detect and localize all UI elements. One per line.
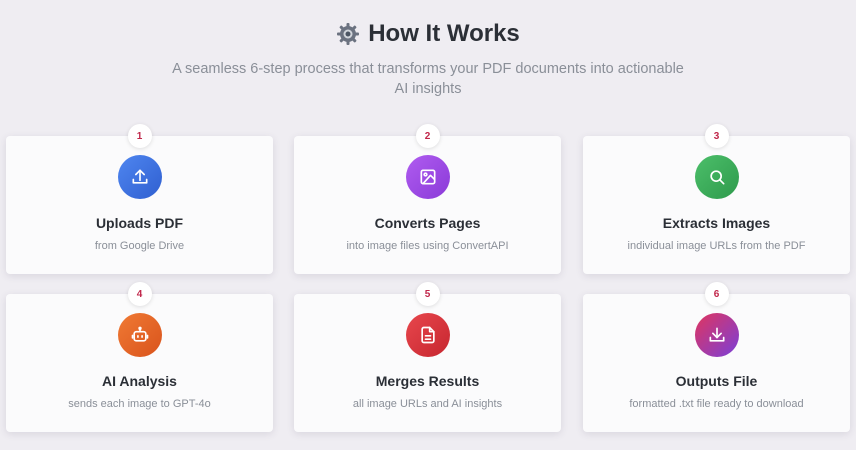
step-description: sends each image to GPT-4o bbox=[68, 398, 211, 410]
step-description: individual image URLs from the PDF bbox=[627, 240, 806, 252]
step-description: from Google Drive bbox=[94, 240, 185, 252]
step-card-extracts-images: 3 Extracts Images individual image URLs … bbox=[583, 124, 850, 274]
step-card-merges-results: 5 Merges Results all image URLs and AI i… bbox=[294, 282, 561, 432]
robot-icon bbox=[117, 313, 162, 357]
step-title: Uploads PDF bbox=[95, 215, 184, 231]
step-title: Merges Results bbox=[375, 373, 480, 389]
step-card-ai-analysis: 4 AI Analysis sends each image to GPT-4o bbox=[6, 282, 273, 432]
step-title: Outputs File bbox=[675, 373, 758, 389]
download-icon bbox=[694, 313, 739, 357]
upload-icon bbox=[117, 155, 162, 199]
how-it-works-section: How It Works A seamless 6-step process t… bbox=[0, 0, 856, 450]
step-number-badge: 3 bbox=[704, 124, 729, 148]
title-text: How It Works bbox=[368, 20, 520, 47]
page-title: How It Works bbox=[0, 20, 856, 48]
step-number-badge: 2 bbox=[415, 124, 440, 148]
step-description: all image URLs and AI insights bbox=[352, 398, 503, 410]
image-icon bbox=[405, 155, 450, 199]
step-card-converts-pages: 2 Converts Pages into image files using … bbox=[294, 124, 561, 274]
step-title: Converts Pages bbox=[374, 215, 481, 231]
step-number-badge: 1 bbox=[127, 124, 152, 148]
step-title: Extracts Images bbox=[662, 215, 771, 231]
subtitle: A seamless 6-step process that transform… bbox=[172, 61, 684, 97]
gear-icon bbox=[337, 23, 360, 45]
step-number-badge: 4 bbox=[127, 282, 152, 306]
step-number-badge: 5 bbox=[415, 282, 440, 306]
document-icon bbox=[405, 313, 450, 357]
step-number-badge: 6 bbox=[704, 282, 729, 306]
step-card-uploads-pdf: 1 Uploads PDF from Google Drive bbox=[6, 124, 273, 274]
step-description: into image files using ConvertAPI bbox=[346, 240, 509, 252]
step-title: AI Analysis bbox=[102, 373, 177, 389]
search-icon bbox=[694, 155, 739, 199]
step-card-outputs-file: 6 Outputs File formatted .txt file ready… bbox=[583, 282, 850, 432]
step-description: formatted .txt file ready to download bbox=[629, 398, 804, 410]
